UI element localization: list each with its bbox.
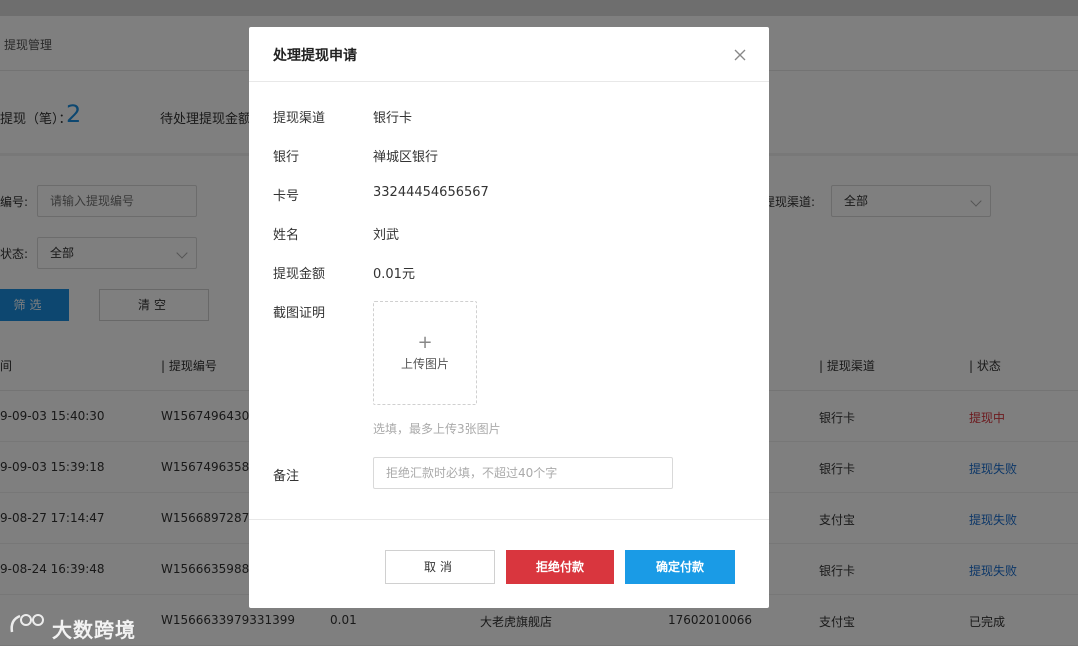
amount-value: 0.01元 bbox=[373, 267, 415, 282]
plus-icon: + bbox=[417, 332, 433, 353]
upload-label: 上传图片 bbox=[400, 357, 449, 371]
name-label: 姓名 bbox=[273, 228, 300, 243]
watermark-text: 大数跨境 bbox=[52, 618, 136, 642]
watermark: 大数跨境 bbox=[8, 610, 135, 642]
remark-input[interactable] bbox=[373, 457, 673, 489]
cancel-button[interactable]: 取消 bbox=[385, 550, 495, 584]
bank-value: 禅城区银行 bbox=[373, 150, 439, 165]
dialog-title: 处理提现申请 bbox=[273, 48, 357, 64]
dialog-header: 处理提现申请 bbox=[249, 27, 769, 82]
name-value: 刘武 bbox=[373, 228, 400, 243]
reject-payment-button[interactable]: 拒绝付款 bbox=[506, 550, 614, 584]
channel-label: 提现渠道 bbox=[273, 111, 326, 126]
channel-value: 银行卡 bbox=[373, 111, 413, 126]
remark-label: 备注 bbox=[273, 469, 300, 484]
logo-icon bbox=[10, 614, 44, 633]
proof-label: 截图证明 bbox=[273, 306, 326, 321]
dialog-footer-divider bbox=[249, 519, 769, 520]
upload-image-button[interactable]: + 上传图片 bbox=[373, 301, 477, 405]
close-icon[interactable] bbox=[730, 45, 750, 65]
card-value: 33244454656567 bbox=[373, 185, 489, 200]
amount-label: 提现金额 bbox=[273, 267, 326, 282]
upload-hint: 选填，最多上传3张图片 bbox=[373, 422, 501, 436]
bank-label: 银行 bbox=[273, 150, 300, 165]
card-label: 卡号 bbox=[273, 189, 300, 204]
confirm-payment-button[interactable]: 确定付款 bbox=[625, 550, 735, 584]
withdrawal-dialog: 处理提现申请 提现渠道 银行卡 银行 禅城区银行 卡号 332444546565… bbox=[249, 27, 769, 608]
